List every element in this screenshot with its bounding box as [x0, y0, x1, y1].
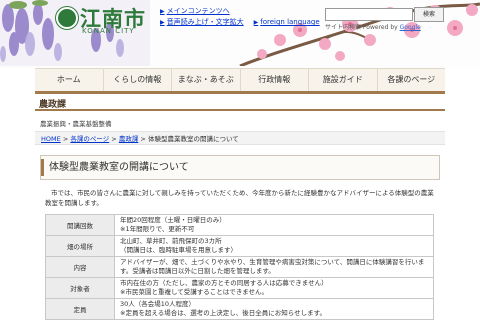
breadcrumb-separator: >: [62, 135, 69, 143]
nav-item-home[interactable]: ホーム: [35, 69, 104, 91]
intro-text: 市では、市民の皆さんに農業に対して親しみを持っていただくため、今年度から新たに経…: [45, 189, 434, 207]
row-label-field-location: 畑の場所: [45, 235, 115, 257]
row-value-eligibility: 市内在住の方（ただし、農家の方とその同居する人は応募できません） ※市民菜園と重…: [114, 277, 434, 299]
breadcrumb-agriculture[interactable]: 農政課: [119, 135, 139, 143]
site-header: 江南市 KONAN CITY ▶ メインコンテンツへ ▶ 音声読み上げ・文字拡大 ▶…: [0, 0, 480, 68]
global-nav: ホーム くらしの情報 まなぶ・あそぶ 行政情報 施設ガイド 各課のページ: [35, 68, 445, 94]
page-title: 体験型農業教室の開講について: [40, 155, 440, 180]
arrow-right-icon: ▶: [160, 19, 165, 26]
search-button[interactable]: 検索: [414, 7, 444, 22]
search-provider-label: サイト内検索 Powered by Google: [325, 24, 421, 31]
nav-item-living[interactable]: くらしの情報: [104, 69, 172, 91]
row-label-capacity: 定員: [45, 298, 115, 320]
read-aloud-link[interactable]: ▶ 音声読み上げ・文字拡大: [160, 17, 244, 28]
nav-item-facilities[interactable]: 施設ガイド: [309, 69, 378, 91]
table-row: 対象者 市内在住の方（ただし、農家の方とその同居する人は応募できません） ※市民…: [45, 277, 434, 299]
course-info-table: 開講回数 年間20回程度（土曜・日曜日のみ） ※1年間限りで、更新不可 畑の場所…: [45, 214, 434, 320]
row-value-sessions: 年間20回程度（土曜・日曜日のみ） ※1年間限りで、更新不可: [114, 214, 434, 236]
breadcrumb-departments[interactable]: 各課のページ: [70, 135, 109, 143]
breadcrumb-home[interactable]: HOME: [41, 135, 61, 143]
table-row: 開講回数 年間20回程度（土曜・日曜日のみ） ※1年間限りで、更新不可: [45, 214, 434, 236]
department-heading: 農政課: [35, 97, 445, 111]
breadcrumb-separator: >: [111, 135, 117, 143]
foreign-language-link[interactable]: ▶ foreign language: [254, 17, 320, 28]
breadcrumb-separator: >: [140, 135, 146, 143]
breadcrumb: HOME > 各課のページ > 農政課 > 体験型農業教室の開講について: [35, 131, 445, 145]
row-value-field-location: 北山町、草井町、前飛保町の3カ所 （開講日は、臨時駐車場を用意します）: [114, 235, 434, 257]
site-search-input[interactable]: [325, 8, 413, 21]
table-row: 畑の場所 北山町、草井町、前飛保町の3カ所 （開講日は、臨時駐車場を用意します）: [45, 235, 434, 257]
utility-links: ▶ メインコンテンツへ ▶ 音声読み上げ・文字拡大 ▶ foreign languag…: [160, 6, 320, 28]
main-content-link[interactable]: ▶ メインコンテンツへ: [160, 6, 320, 17]
row-value-capacity: 30人（各会場10人程度） ※定員を超える場合は、選考の上決定し、後日全員にお知…: [114, 298, 434, 320]
nav-item-departments[interactable]: 各課のページ: [378, 69, 446, 91]
arrow-right-icon: ▶: [160, 8, 165, 15]
nav-item-learning[interactable]: まなぶ・あそぶ: [172, 69, 241, 91]
table-row: 内容 アドバイザーが、畑で、土づくりや水やり、生育管理や病害虫対策について、開講…: [45, 256, 434, 278]
row-label-eligibility: 対象者: [45, 277, 115, 299]
table-row: 定員 30人（各会場10人程度） ※定員を超える場合は、選考の上決定し、後日全員…: [45, 298, 434, 320]
department-subtitle: 農業振興・農業基盤整備: [40, 120, 112, 128]
nav-item-administration[interactable]: 行政情報: [241, 69, 309, 91]
arrow-right-icon: ▶: [253, 19, 259, 26]
site-logo-sub: KONAN CITY: [82, 27, 135, 35]
city-emblem-icon[interactable]: [56, 7, 78, 29]
row-value-content: アドバイザーが、畑で、土づくりや水やり、生育管理や病害虫対策について、開講日に体…: [114, 256, 434, 278]
row-label-content: 内容: [45, 256, 115, 278]
row-label-sessions: 開講回数: [45, 214, 115, 236]
breadcrumb-current: 体験型農業教室の開講について: [147, 135, 239, 143]
google-link[interactable]: Google: [400, 24, 421, 31]
